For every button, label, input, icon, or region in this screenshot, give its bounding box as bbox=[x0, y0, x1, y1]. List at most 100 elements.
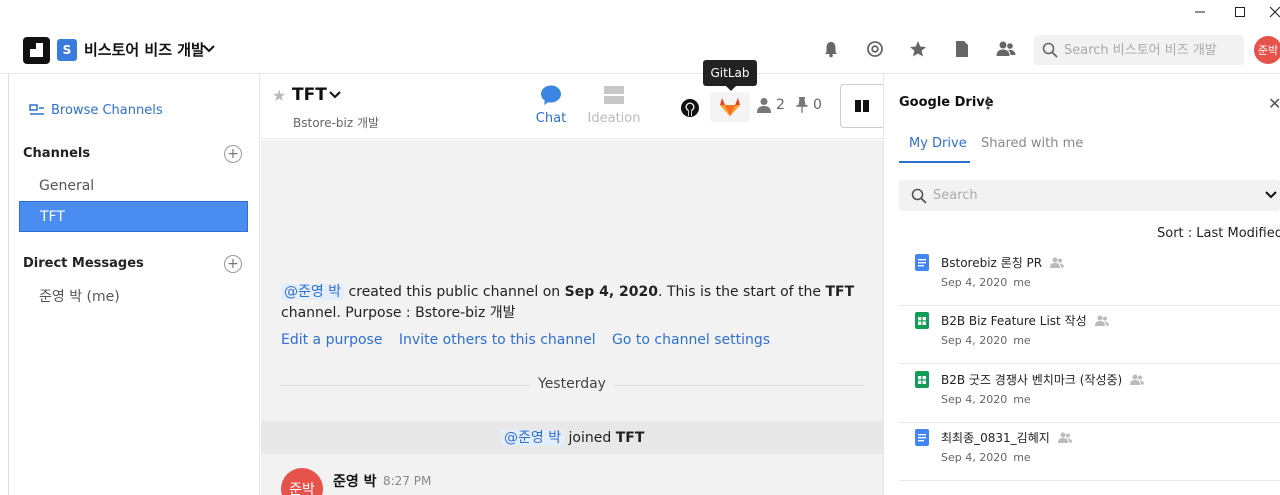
sort-dropdown[interactable]: Sort : Last Modified ▾ bbox=[1157, 226, 1280, 241]
pin-count: 0 bbox=[813, 97, 822, 113]
pinned-button[interactable]: 0 bbox=[796, 97, 822, 113]
kebab-menu-icon[interactable] bbox=[986, 96, 990, 110]
browse-channels-link[interactable]: Browse Channels bbox=[29, 103, 163, 118]
drive-file-item[interactable]: B2B 굿즈 경쟁사 벤치마크 (작성중) Sep 4, 2020 me bbox=[899, 365, 1280, 423]
google-doc-icon bbox=[915, 429, 929, 446]
maximize-button[interactable] bbox=[1229, 2, 1251, 22]
browse-channels-label: Browse Channels bbox=[51, 103, 163, 118]
intro-text: . This is the start of the bbox=[658, 284, 826, 300]
github-button[interactable] bbox=[680, 98, 700, 118]
add-channel-button[interactable]: + bbox=[224, 145, 242, 163]
member-count: 2 bbox=[776, 97, 785, 113]
member-count-button[interactable]: 2 bbox=[757, 97, 785, 113]
app-logo[interactable] bbox=[23, 37, 50, 64]
browse-icon bbox=[29, 103, 44, 115]
star-icon bbox=[910, 41, 926, 57]
user-icon bbox=[757, 98, 771, 113]
file-owner: me bbox=[1013, 393, 1031, 406]
close-icon bbox=[1269, 6, 1280, 18]
drive-search-input[interactable] bbox=[933, 180, 1253, 211]
search-box[interactable] bbox=[1034, 35, 1244, 65]
sort-label: Sort : Last Modified bbox=[1157, 226, 1280, 241]
tab-chat[interactable]: Chat bbox=[521, 84, 581, 126]
channel-intro: @준영 박 created this public channel on Sep… bbox=[281, 282, 861, 324]
channel-settings-link[interactable]: Go to channel settings bbox=[612, 332, 770, 348]
bell-icon bbox=[825, 42, 837, 58]
file-owner: me bbox=[1013, 276, 1031, 289]
shared-users-icon bbox=[1057, 432, 1072, 443]
plus-icon: + bbox=[227, 256, 239, 272]
panel-toggle-button[interactable] bbox=[840, 84, 883, 128]
tooltip-arrow bbox=[726, 86, 736, 91]
users-icon bbox=[996, 41, 1016, 56]
tab-chat-label: Chat bbox=[535, 111, 567, 126]
drive-panel-title: Google Drive bbox=[899, 95, 994, 110]
close-panel-icon[interactable]: ✕ bbox=[1268, 94, 1280, 113]
add-dm-button[interactable]: + bbox=[224, 255, 242, 273]
minimize-button[interactable] bbox=[1189, 2, 1211, 22]
intro-purpose: channel. Purpose : Bstore-biz 개발 bbox=[281, 305, 516, 321]
google-sheet-icon bbox=[915, 371, 929, 388]
file-owner: me bbox=[1013, 451, 1031, 464]
tab-ideation-label: Ideation bbox=[587, 111, 641, 126]
drive-search-box[interactable] bbox=[899, 180, 1280, 211]
drive-file-item[interactable]: Bstorebiz 론칭 PR Sep 4, 2020 me bbox=[899, 248, 1280, 306]
intro-channel: TFT bbox=[825, 284, 855, 300]
sidebar-item-tft[interactable]: TFT bbox=[19, 201, 248, 232]
gitlab-icon bbox=[720, 98, 740, 116]
date-divider-line bbox=[280, 385, 530, 386]
channel-title[interactable]: TFT bbox=[292, 85, 327, 105]
message-author[interactable]: 준영 박 bbox=[333, 471, 377, 491]
join-text: joined bbox=[564, 430, 616, 446]
search-icon bbox=[1042, 42, 1058, 58]
shared-users-icon bbox=[1050, 257, 1065, 268]
sidebar-item-general[interactable]: General bbox=[19, 170, 248, 201]
mentions-button[interactable] bbox=[864, 38, 886, 60]
members-button[interactable] bbox=[995, 38, 1017, 60]
channel-intro-links: Edit a purpose Invite others to this cha… bbox=[281, 332, 782, 348]
channels-section-title: Channels bbox=[23, 146, 91, 161]
user-mention[interactable]: @준영 박 bbox=[281, 284, 345, 300]
sidebar-item-dm-me[interactable]: 준영 박 (me) bbox=[19, 280, 248, 311]
drive-file-item[interactable]: B2B Biz Feature List 작성 Sep 4, 2020 me bbox=[899, 306, 1280, 364]
chevron-down-icon[interactable] bbox=[203, 44, 215, 54]
workspace-badge[interactable]: S bbox=[57, 39, 77, 61]
columns-icon bbox=[855, 100, 869, 112]
at-sign-icon bbox=[867, 41, 883, 57]
tab-my-drive[interactable]: My Drive bbox=[909, 136, 967, 151]
search-input[interactable] bbox=[1064, 35, 1240, 65]
file-icon bbox=[956, 41, 968, 57]
gitlab-button[interactable] bbox=[710, 92, 750, 122]
files-button[interactable] bbox=[951, 38, 973, 60]
user-mention[interactable]: @준영 박 bbox=[501, 430, 565, 446]
shared-users-icon bbox=[1094, 315, 1109, 326]
chevron-down-icon bbox=[1265, 191, 1277, 199]
join-channel: TFT bbox=[615, 430, 645, 446]
join-message: @준영 박 joined TFT bbox=[501, 427, 644, 447]
channel-subtitle: Bstore-biz 개발 bbox=[293, 116, 380, 130]
date-divider-line bbox=[612, 385, 864, 386]
invite-others-link[interactable]: Invite others to this channel bbox=[399, 332, 596, 348]
ideation-icon bbox=[604, 86, 624, 104]
chat-bubble-icon bbox=[541, 85, 561, 105]
drive-file-item[interactable]: 최최종_0831_김혜지 Sep 4, 2020 me bbox=[899, 423, 1280, 481]
channel-label: General bbox=[39, 177, 95, 194]
intro-text: created this public channel on bbox=[344, 284, 565, 300]
star-channel-icon[interactable]: ★ bbox=[272, 86, 286, 105]
google-sheet-icon bbox=[915, 312, 929, 329]
notifications-button[interactable] bbox=[820, 38, 842, 60]
shared-users-icon bbox=[1130, 374, 1145, 385]
plus-icon: + bbox=[227, 146, 239, 162]
close-window-button[interactable] bbox=[1264, 2, 1280, 22]
tab-shared-with-me[interactable]: Shared with me bbox=[981, 136, 1083, 151]
tab-ideation[interactable]: Ideation bbox=[584, 84, 644, 126]
gitlab-tooltip: GitLab bbox=[703, 60, 757, 86]
workspace-name[interactable]: 비스토어 비즈 개발 bbox=[84, 39, 205, 60]
chevron-down-icon[interactable] bbox=[329, 90, 341, 100]
file-name: 최최종_0831_김혜지 bbox=[941, 431, 1050, 445]
user-avatar[interactable]: 준박 bbox=[1254, 36, 1280, 64]
edit-purpose-link[interactable]: Edit a purpose bbox=[281, 332, 382, 348]
date-divider: Yesterday bbox=[530, 376, 614, 392]
file-date: Sep 4, 2020 bbox=[941, 393, 1008, 406]
starred-button[interactable] bbox=[907, 38, 929, 60]
